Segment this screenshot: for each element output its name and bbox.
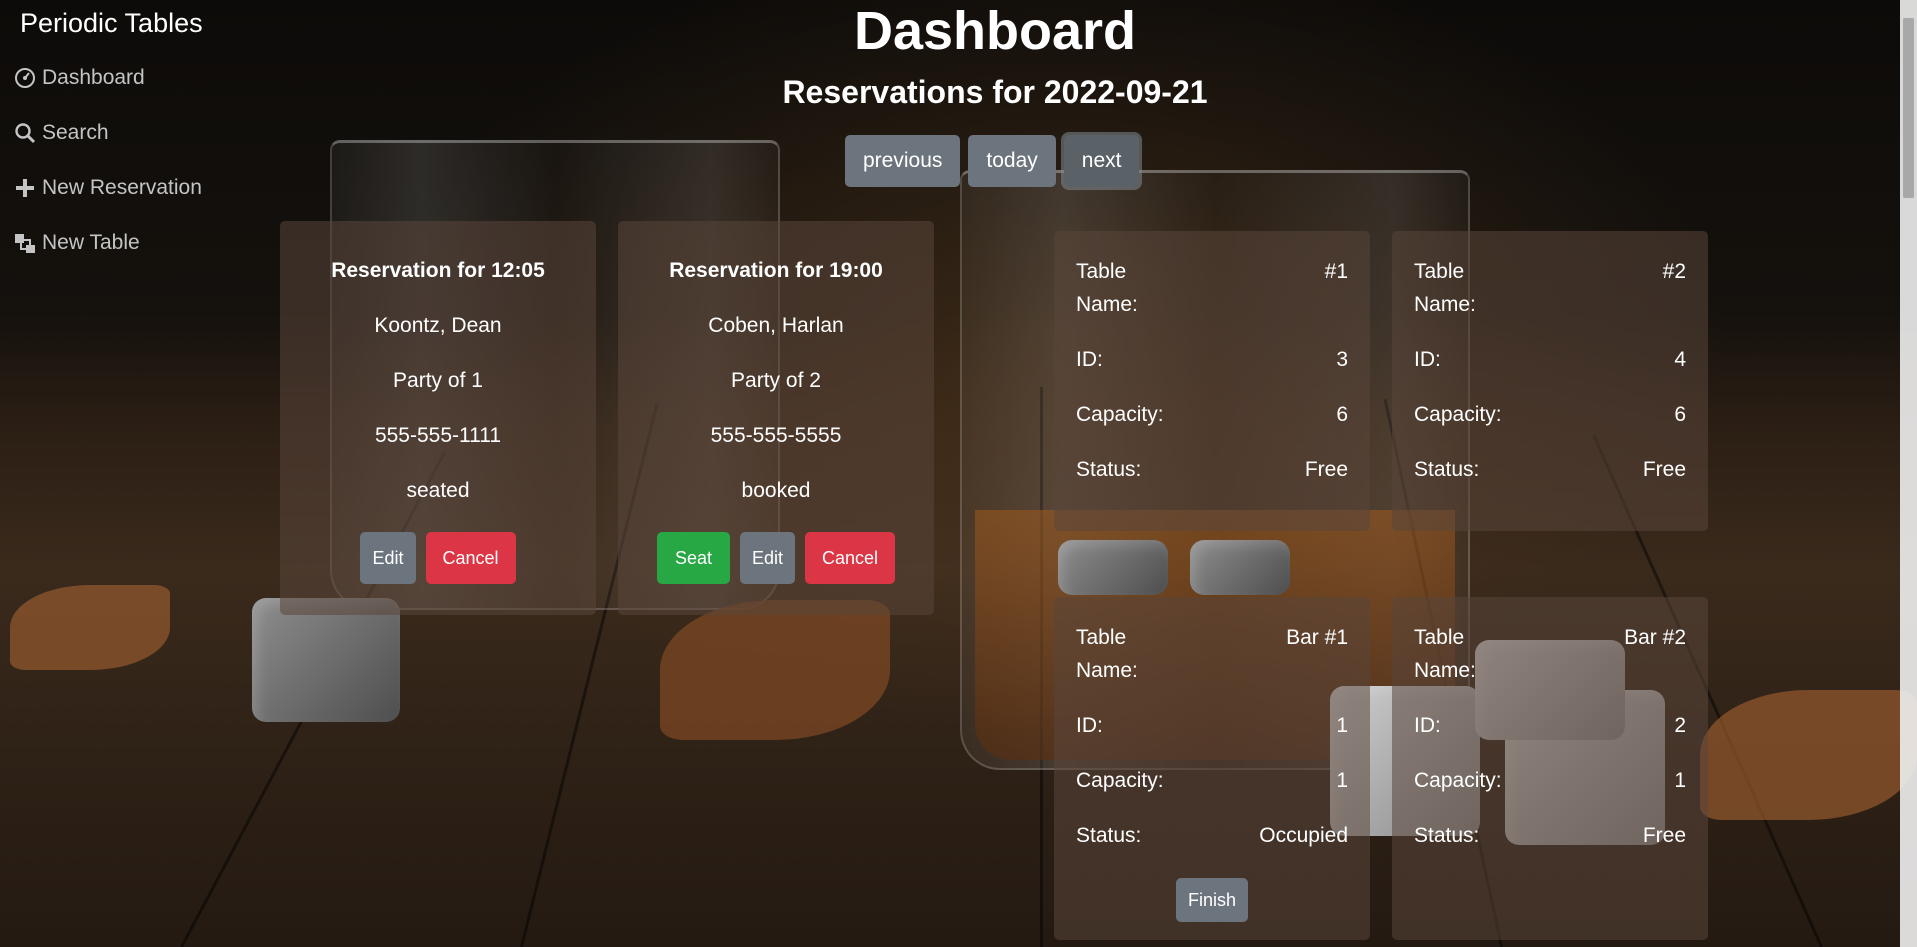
table-status-value: Free xyxy=(1304,458,1348,481)
table-capacity-value: 6 xyxy=(1674,403,1686,426)
table-id-value: 2 xyxy=(1674,714,1686,737)
table-name-label: Table Name: xyxy=(1414,260,1476,316)
table-card: Table Name: Bar #2 ID: 2 Capacity: 1 Status… xyxy=(1392,597,1708,940)
date-navigation: previous today next xyxy=(845,135,1140,187)
today-button[interactable]: today xyxy=(968,135,1056,187)
reservation-status: seated xyxy=(406,479,470,502)
table-capacity-value: 1 xyxy=(1336,769,1348,792)
table-card: Table Name: #2 ID: 4 Capacity: 6 Status: Fre… xyxy=(1392,231,1708,531)
table-status-label: Status: xyxy=(1414,458,1480,481)
reservation-party: Party of 1 xyxy=(393,369,483,392)
previous-day-button[interactable]: previous xyxy=(845,135,961,187)
table-status-label: Status: xyxy=(1076,458,1142,481)
table-capacity-value: 6 xyxy=(1336,403,1348,426)
nav-new-reservation-label: New Reservation xyxy=(42,176,202,199)
table-id-label: ID: xyxy=(1076,714,1103,737)
edit-reservation-button[interactable]: Edit xyxy=(739,532,796,584)
table-status-label: Status: xyxy=(1414,824,1480,847)
reservation-party: Party of 2 xyxy=(731,369,821,392)
nav-new-reservation[interactable]: New Reservation xyxy=(14,176,202,200)
table-status-label: Status: xyxy=(1076,824,1142,847)
table-status-value: Occupied xyxy=(1259,824,1348,847)
table-name-value: Bar #1 xyxy=(1286,626,1348,649)
table-capacity-label: Capacity: xyxy=(1414,403,1502,426)
reservation-name: Coben, Harlan xyxy=(708,314,844,337)
reservation-name: Koontz, Dean xyxy=(374,314,502,337)
cancel-reservation-button[interactable]: Cancel xyxy=(805,532,896,584)
table-capacity-label: Capacity: xyxy=(1414,769,1502,792)
reservations-date-heading: Reservations for 2022-09-21 xyxy=(782,74,1208,110)
reservation-title: Reservation for 12:05 xyxy=(331,259,545,282)
nav-search[interactable]: Search xyxy=(14,121,109,145)
reservation-title: Reservation for 19:00 xyxy=(669,259,883,282)
next-day-button[interactable]: next xyxy=(1063,135,1140,187)
table-capacity-label: Capacity: xyxy=(1076,403,1164,426)
table-status-value: Free xyxy=(1642,458,1686,481)
table-icon xyxy=(14,232,36,254)
reservation-phone: 555-555-5555 xyxy=(710,424,842,447)
table-capacity-label: Capacity: xyxy=(1076,769,1164,792)
reservation-card: Reservation for 19:00 Coben, Harlan Part… xyxy=(618,221,934,615)
table-name-label: Table Name: xyxy=(1076,260,1138,316)
table-id-value: 3 xyxy=(1336,348,1348,371)
table-id-label: ID: xyxy=(1414,348,1441,371)
table-card: Table Name: Bar #1 ID: 1 Capacity: 1 Status… xyxy=(1054,597,1370,940)
table-card: Table Name: #1 ID: 3 Capacity: 6 Status: Fre… xyxy=(1054,231,1370,531)
table-name-label: Table Name: xyxy=(1414,626,1476,682)
table-id-label: ID: xyxy=(1076,348,1103,371)
table-name-value: #1 xyxy=(1324,260,1348,283)
scrollbar-thumb[interactable] xyxy=(1903,18,1914,198)
edit-reservation-button[interactable]: Edit xyxy=(360,532,416,584)
table-name-value: Bar #2 xyxy=(1624,626,1686,649)
reservation-status: booked xyxy=(741,479,811,502)
table-id-value: 1 xyxy=(1336,714,1348,737)
cancel-reservation-button[interactable]: Cancel xyxy=(425,532,516,584)
reservation-phone: 555-555-1111 xyxy=(374,424,502,447)
plus-icon xyxy=(14,177,36,199)
nav-new-table[interactable]: New Table xyxy=(14,231,140,255)
table-name-label: Table Name: xyxy=(1076,626,1138,682)
table-id-label: ID: xyxy=(1414,714,1441,737)
page-scrollbar[interactable] xyxy=(1900,0,1917,947)
table-capacity-value: 1 xyxy=(1674,769,1686,792)
nav-search-label: Search xyxy=(42,121,109,144)
table-id-value: 4 xyxy=(1674,348,1686,371)
table-name-value: #2 xyxy=(1662,260,1686,283)
seat-reservation-button[interactable]: Seat xyxy=(656,532,730,584)
table-status-value: Free xyxy=(1642,824,1686,847)
page-title: Dashboard xyxy=(853,1,1137,61)
search-icon xyxy=(14,122,36,144)
reservation-card: Reservation for 12:05 Koontz, Dean Party… xyxy=(280,221,596,615)
nav-new-table-label: New Table xyxy=(42,231,140,254)
finish-table-button[interactable]: Finish xyxy=(1175,878,1248,922)
